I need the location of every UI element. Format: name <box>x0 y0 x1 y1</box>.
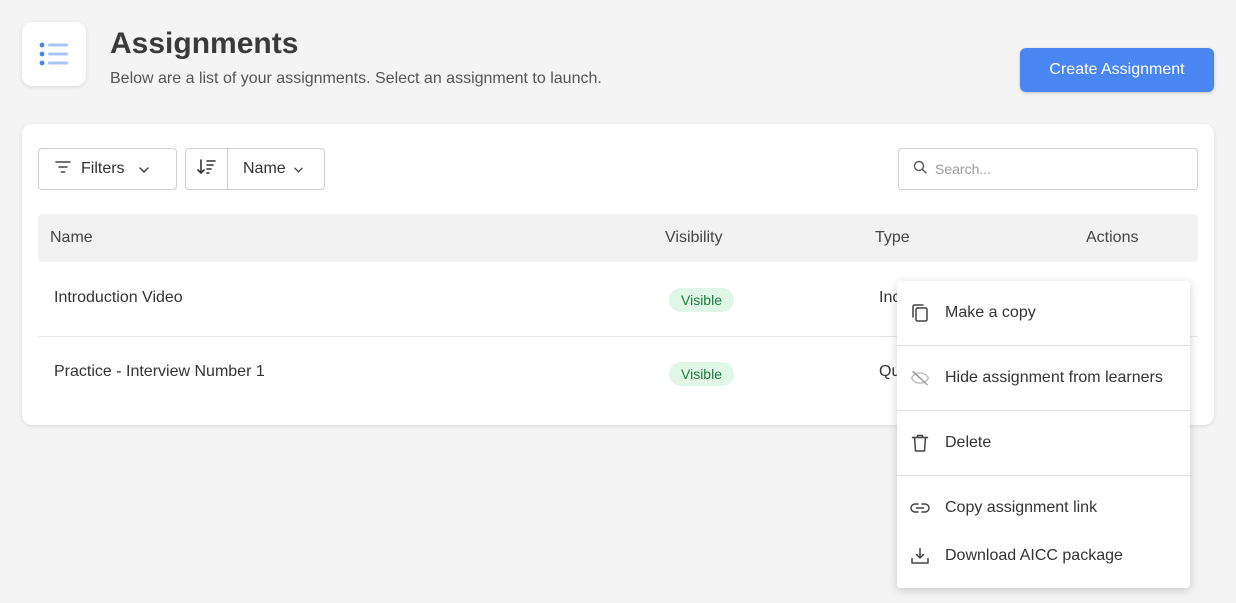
menu-item-label: Download AICC package <box>945 547 1123 564</box>
column-header-type[interactable]: Type <box>875 229 910 247</box>
search-icon <box>913 160 927 179</box>
chevron-down-icon <box>138 160 149 178</box>
sort-field-select[interactable]: Name <box>228 149 324 189</box>
menu-item-label: Copy assignment link <box>945 499 1098 516</box>
filters-button[interactable]: Filters <box>38 148 177 190</box>
menu-divider <box>897 345 1190 346</box>
menu-item-delete[interactable]: Delete <box>897 419 1190 467</box>
menu-item-download-aicc[interactable]: Download AICC package <box>897 532 1190 580</box>
menu-item-copy-link[interactable]: Copy assignment link <box>897 484 1190 532</box>
menu-item-make-copy[interactable]: Make a copy <box>897 289 1190 337</box>
filter-icon <box>55 160 71 179</box>
trash-icon <box>909 432 931 454</box>
column-header-actions: Actions <box>1086 229 1139 246</box>
status-badge: Visible <box>669 288 734 312</box>
sort-field-label: Name <box>243 160 286 177</box>
status-badge: Visible <box>669 362 734 386</box>
search-input[interactable] <box>935 161 1175 177</box>
menu-item-label: Make a copy <box>945 304 1036 321</box>
assignment-name[interactable]: Introduction Video <box>54 289 183 307</box>
download-icon <box>909 545 931 567</box>
menu-item-label: Delete <box>945 434 992 451</box>
link-icon <box>909 497 931 519</box>
column-header-visibility[interactable]: Visibility <box>665 229 723 247</box>
sort-descending-icon <box>196 158 217 181</box>
filters-label: Filters <box>81 160 125 177</box>
page-title: Assignments <box>110 27 299 60</box>
page-subtitle: Below are a list of your assignments. Se… <box>110 70 602 87</box>
sort-direction-button[interactable] <box>186 149 228 189</box>
eye-off-icon <box>909 367 931 389</box>
create-assignment-button[interactable]: Create Assignment <box>1020 48 1214 92</box>
search-box <box>898 148 1198 190</box>
column-header-name[interactable]: Name <box>50 229 93 247</box>
table-header: Name Visibility Type Actions <box>38 214 1198 262</box>
list-icon <box>22 22 86 86</box>
menu-divider <box>897 475 1190 476</box>
menu-divider <box>897 410 1190 411</box>
menu-item-hide-assignment[interactable]: Hide assignment from learners <box>897 354 1190 402</box>
sort-control: Name <box>185 148 325 190</box>
chevron-down-icon <box>293 160 303 178</box>
menu-item-label: Hide assignment from learners <box>945 369 1163 386</box>
actions-menu: Make a copy Hide assignment from learner… <box>897 281 1190 588</box>
copy-icon <box>909 302 931 324</box>
assignment-name[interactable]: Practice - Interview Number 1 <box>54 363 265 381</box>
